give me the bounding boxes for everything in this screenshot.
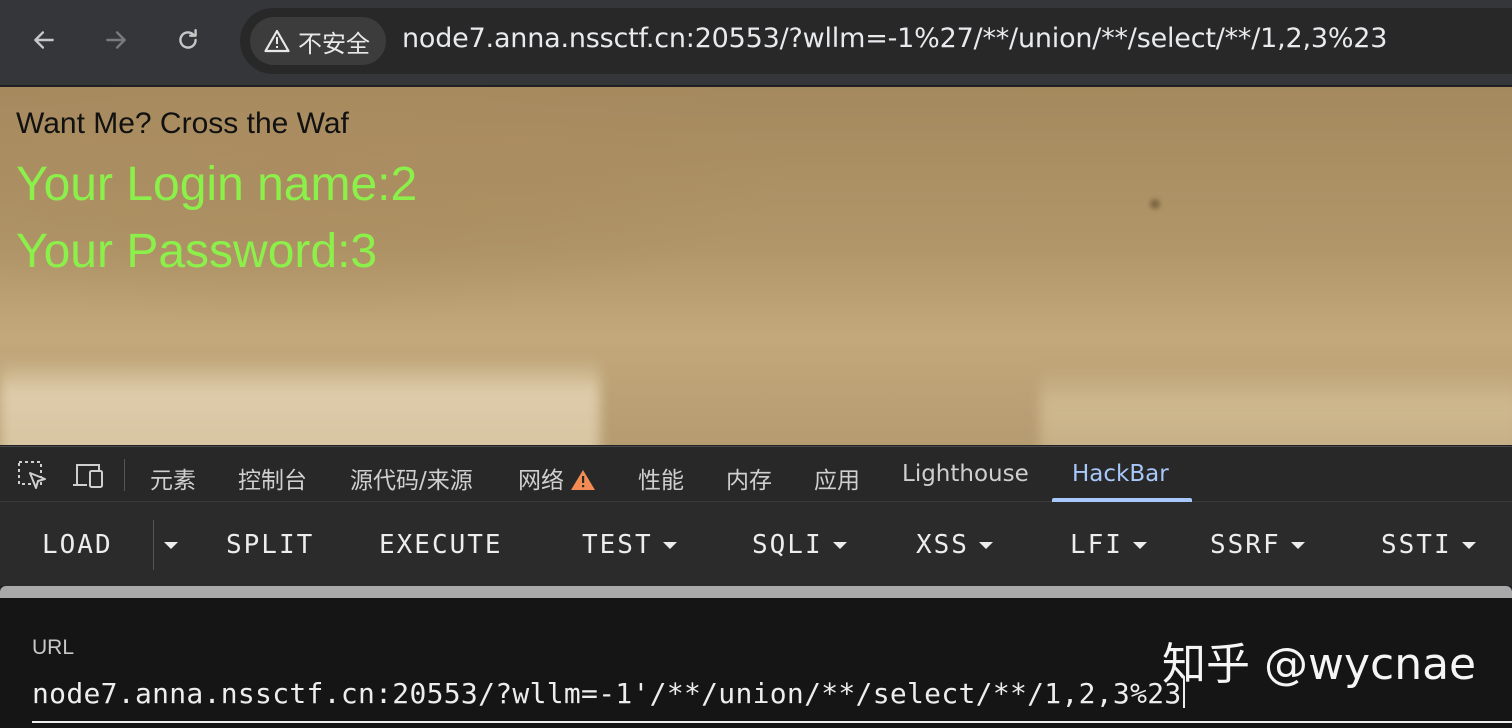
load-button[interactable]: LOAD xyxy=(42,530,113,560)
url-input-value: node7.anna.nssctf.cn:20553/?wllm=-1'/**/… xyxy=(32,677,1182,710)
execute-button[interactable]: EXECUTE xyxy=(379,530,503,560)
test-menu-button[interactable]: TEST xyxy=(582,530,677,560)
sqli-label: SQLI xyxy=(752,530,823,560)
tab-lighthouse[interactable]: Lighthouse xyxy=(902,461,1029,487)
caret-down-icon xyxy=(1290,541,1305,549)
tab-network-label: 网络 xyxy=(518,468,564,494)
reload-icon[interactable] xyxy=(166,18,210,62)
toolbar-separator xyxy=(153,520,154,570)
background-spot xyxy=(1150,199,1160,209)
ssti-menu-button[interactable]: SSTI xyxy=(1381,530,1476,560)
tab-hackbar[interactable]: HackBar xyxy=(1072,461,1169,487)
tab-console[interactable]: 控制台 xyxy=(238,461,307,495)
xss-menu-button[interactable]: XSS xyxy=(916,530,993,560)
caret-down-icon xyxy=(832,541,847,549)
device-toolbar-icon[interactable] xyxy=(71,459,105,491)
warning-icon xyxy=(570,469,596,497)
ssrf-menu-button[interactable]: SSRF xyxy=(1210,530,1305,560)
tab-memory[interactable]: 内存 xyxy=(726,461,772,495)
password-result: Your Password:3 xyxy=(16,225,378,278)
address-bar[interactable]: 不安全 node7.anna.nssctf.cn:20553/?wllm=-1%… xyxy=(240,8,1512,74)
sqli-menu-button[interactable]: SQLI xyxy=(752,530,847,560)
text-cursor xyxy=(1182,676,1185,708)
ssti-label: SSTI xyxy=(1381,530,1452,560)
devtools-tabbar: 元素 控制台 源代码/来源 网络 性能 内存 应用 Lighthouse Hac… xyxy=(0,446,1512,502)
login-name-result: Your Login name:2 xyxy=(16,158,418,211)
tab-performance[interactable]: 性能 xyxy=(638,461,684,495)
url-input[interactable]: node7.anna.nssctf.cn:20553/?wllm=-1'/**/… xyxy=(32,676,1185,710)
panel-resize-divider[interactable] xyxy=(0,586,1512,598)
lfi-menu-button[interactable]: LFI xyxy=(1070,530,1147,560)
tab-elements[interactable]: 元素 xyxy=(150,461,196,495)
security-indicator[interactable]: 不安全 xyxy=(250,17,386,65)
xss-label: XSS xyxy=(916,530,969,560)
test-label: TEST xyxy=(582,530,653,560)
caret-down-icon xyxy=(1461,541,1476,549)
split-button[interactable]: SPLIT xyxy=(226,530,314,560)
background-shape xyxy=(0,357,600,445)
forward-arrow-icon[interactable] xyxy=(94,18,138,62)
security-label: 不安全 xyxy=(298,30,370,58)
background-shape xyxy=(1040,367,1512,445)
tab-separator xyxy=(124,459,125,491)
ssrf-label: SSRF xyxy=(1210,530,1281,560)
warning-triangle-icon xyxy=(264,29,290,53)
address-url[interactable]: node7.anna.nssctf.cn:20553/?wllm=-1%27/*… xyxy=(402,23,1387,54)
back-arrow-icon[interactable] xyxy=(22,18,66,62)
load-dropdown-button[interactable] xyxy=(164,542,178,549)
inspect-element-icon[interactable] xyxy=(15,459,49,491)
caret-down-icon xyxy=(662,541,677,549)
url-field-label: URL xyxy=(32,636,75,659)
tab-sources[interactable]: 源代码/来源 xyxy=(350,461,473,495)
hackbar-toolbar: LOAD SPLIT EXECUTE TEST SQLI XSS LFI SSR… xyxy=(0,502,1512,586)
tab-network[interactable]: 网络 xyxy=(518,461,596,497)
caret-down-icon xyxy=(1132,541,1147,549)
caret-down-icon xyxy=(978,541,993,549)
caret-down-icon xyxy=(164,542,178,549)
hackbar-url-panel: URL 知乎 @wycnae node7.anna.nssctf.cn:2055… xyxy=(0,598,1512,728)
tab-application[interactable]: 应用 xyxy=(814,461,860,495)
browser-toolbar: 不安全 node7.anna.nssctf.cn:20553/?wllm=-1%… xyxy=(0,0,1512,86)
url-input-underline xyxy=(32,721,1512,723)
lfi-label: LFI xyxy=(1070,530,1123,560)
page-viewport: Want Me? Cross the Waf Your Login name:2… xyxy=(0,87,1512,445)
watermark: 知乎 @wycnae xyxy=(1162,639,1477,690)
page-heading: Want Me? Cross the Waf xyxy=(16,107,349,140)
